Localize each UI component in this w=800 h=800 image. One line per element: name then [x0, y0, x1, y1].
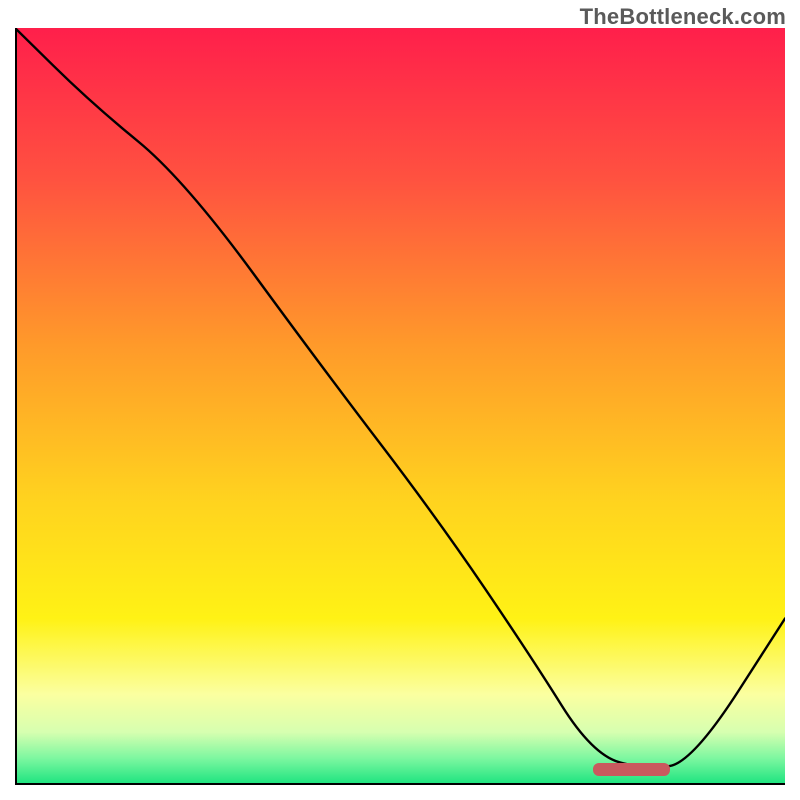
chart-stage: TheBottleneck.com [0, 0, 800, 800]
axes-frame [15, 28, 785, 785]
watermark-text: TheBottleneck.com [580, 4, 786, 30]
optimal-range-marker [593, 763, 670, 776]
